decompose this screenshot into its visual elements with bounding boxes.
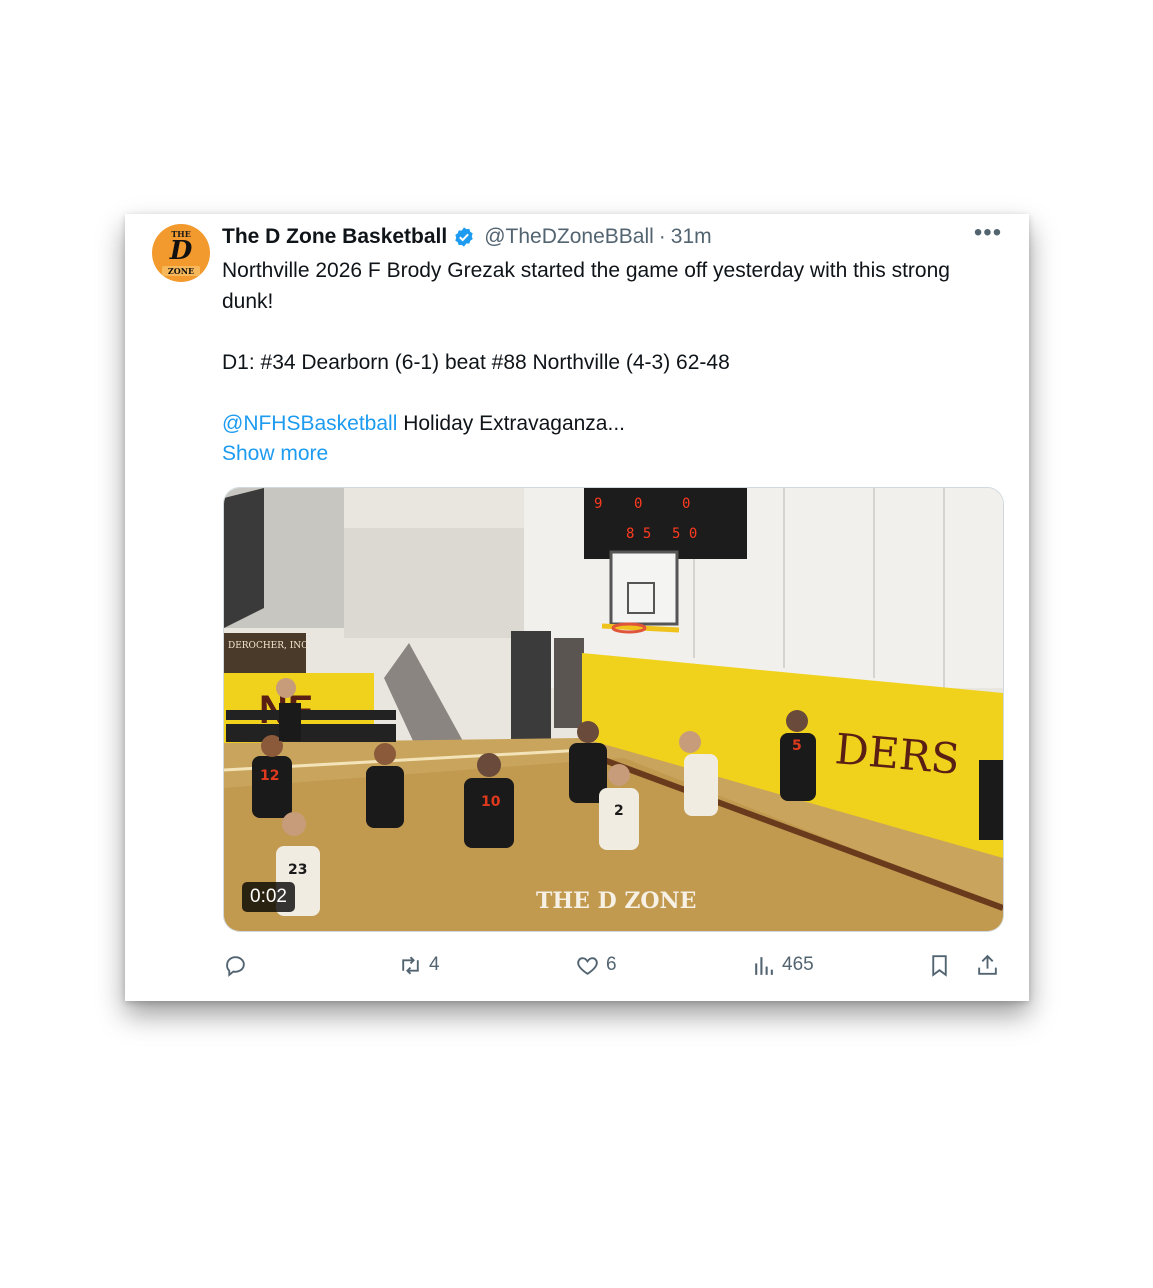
mention-link[interactable]: @NFHSBasketball bbox=[222, 412, 397, 435]
tweet-text-line: Northville 2026 F Brody Grezak started t… bbox=[222, 259, 950, 313]
video-watermark: THE D ZONE bbox=[536, 888, 696, 914]
heart-icon bbox=[577, 956, 598, 975]
svg-text:12: 12 bbox=[260, 768, 279, 784]
tweet-time[interactable]: 31m bbox=[671, 225, 712, 249]
bookmark-button[interactable] bbox=[927, 950, 952, 980]
more-options-icon[interactable]: ••• bbox=[973, 221, 1003, 250]
tweet-text-line: @NFHSBasketball Holiday Extravaganza... bbox=[222, 409, 1002, 440]
svg-text:2: 2 bbox=[614, 803, 624, 819]
video-duration: 0:02 bbox=[242, 882, 295, 912]
tweet-header: The D Zone Basketball @TheDZoneBBall · 3… bbox=[222, 224, 712, 250]
svg-text:5: 5 bbox=[792, 738, 802, 754]
scoreboard bbox=[584, 488, 747, 559]
bookmark-icon bbox=[932, 954, 947, 977]
retweet-count: 4 bbox=[429, 954, 440, 975]
svg-text:0: 0 bbox=[682, 496, 690, 512]
svg-text:23: 23 bbox=[288, 862, 307, 878]
svg-text:10: 10 bbox=[481, 794, 501, 810]
tweet-text: Northville 2026 F Brody Grezak started t… bbox=[222, 256, 1002, 470]
share-icon bbox=[978, 954, 997, 975]
video-frame: 900 8 55 0 DERS DEROCHER, INC. NF bbox=[224, 488, 1003, 931]
svg-text:8 5: 8 5 bbox=[626, 526, 651, 542]
svg-text:0: 0 bbox=[634, 496, 642, 512]
user-handle[interactable]: @TheDZoneBBall bbox=[484, 225, 654, 249]
views-chart-icon bbox=[755, 956, 773, 975]
share-button[interactable] bbox=[975, 950, 1000, 980]
retweet-icon bbox=[402, 956, 419, 974]
svg-text:5 0: 5 0 bbox=[672, 526, 697, 542]
avatar-letter: D bbox=[169, 236, 193, 266]
tweet-text-rest: Holiday Extravaganza... bbox=[397, 411, 625, 435]
avatar[interactable]: THE D ZONE bbox=[152, 224, 210, 282]
tweet-text-line: D1: #34 Dearborn (6-1) beat #88 Northvil… bbox=[222, 350, 730, 374]
svg-text:9: 9 bbox=[594, 496, 602, 512]
display-name[interactable]: The D Zone Basketball bbox=[222, 225, 447, 249]
reply-icon bbox=[226, 955, 245, 977]
views-button[interactable]: 465 bbox=[751, 950, 814, 980]
like-count: 6 bbox=[606, 954, 617, 975]
avatar-text-bottom: ZONE bbox=[162, 266, 200, 276]
verified-badge-icon bbox=[455, 227, 473, 247]
tweet-card[interactable]: THE D ZONE The D Zone Basketball @TheDZo… bbox=[125, 214, 1029, 1001]
like-button[interactable]: 6 bbox=[575, 950, 617, 980]
svg-text:DEROCHER, INC.: DEROCHER, INC. bbox=[228, 641, 311, 651]
reply-button[interactable] bbox=[223, 950, 248, 980]
show-more-link[interactable]: Show more bbox=[222, 442, 328, 465]
retweet-button[interactable]: 4 bbox=[398, 950, 440, 980]
action-bar: 4 6 465 bbox=[223, 950, 1003, 980]
video-player[interactable]: 900 8 55 0 DERS DEROCHER, INC. NF bbox=[223, 487, 1004, 932]
time-separator: · bbox=[658, 225, 666, 248]
views-count: 465 bbox=[782, 954, 814, 975]
